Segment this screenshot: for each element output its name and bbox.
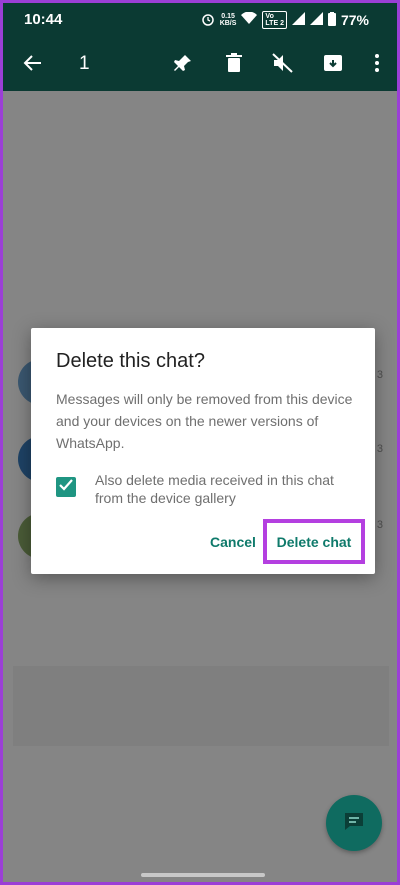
gesture-home-bar[interactable] bbox=[141, 873, 265, 877]
volte-top: Vo bbox=[265, 13, 274, 20]
archive-icon[interactable] bbox=[321, 51, 345, 75]
selection-action-bar: 1 bbox=[3, 37, 397, 91]
delete-icon[interactable] bbox=[222, 51, 246, 75]
dialog-title: Delete this chat? bbox=[56, 350, 205, 372]
delete-chat-label: Delete chat bbox=[276, 533, 352, 550]
new-chat-icon bbox=[343, 811, 365, 836]
network-speed-unit: KB/S bbox=[219, 20, 237, 27]
back-arrow-icon[interactable] bbox=[21, 51, 45, 75]
wifi-icon bbox=[241, 11, 258, 28]
volte-bottom: LTE 2 bbox=[265, 20, 284, 27]
delete-chat-dialog: Delete this chat? Messages will only be … bbox=[31, 328, 375, 574]
check-icon bbox=[59, 478, 73, 496]
alarm-icon bbox=[201, 12, 215, 29]
dialog-message: Messages will only be removed from this … bbox=[56, 391, 353, 451]
delete-chat-button[interactable]: Delete chat bbox=[263, 519, 365, 564]
delete-media-checkbox[interactable] bbox=[56, 477, 76, 497]
status-bar: 10:44 0.15 KB/S Vo LTE 2 77% bbox=[3, 3, 397, 37]
volte-badge: Vo LTE 2 bbox=[262, 11, 287, 29]
new-chat-button[interactable] bbox=[326, 795, 382, 851]
network-speed: 0.15 KB/S bbox=[220, 13, 237, 27]
more-options-icon[interactable] bbox=[365, 51, 389, 75]
phone-screen: 10:44 0.15 KB/S Vo LTE 2 77% 1 3 3 3 Del… bbox=[0, 0, 400, 885]
pin-icon[interactable] bbox=[171, 51, 195, 75]
status-time: 10:44 bbox=[24, 11, 63, 28]
signal-icon-2 bbox=[309, 12, 323, 28]
status-indicators: 0.15 KB/S Vo LTE 2 77% bbox=[201, 11, 369, 29]
battery-level: 77% bbox=[340, 12, 369, 28]
delete-media-label[interactable]: Also delete media received in this chat … bbox=[95, 471, 355, 507]
signal-icon bbox=[291, 12, 305, 28]
battery-icon bbox=[327, 11, 336, 29]
cancel-button[interactable]: Cancel bbox=[210, 534, 256, 550]
network-speed-value: 0.15 bbox=[221, 13, 235, 20]
mute-icon[interactable] bbox=[271, 51, 295, 75]
selected-count: 1 bbox=[79, 53, 90, 74]
